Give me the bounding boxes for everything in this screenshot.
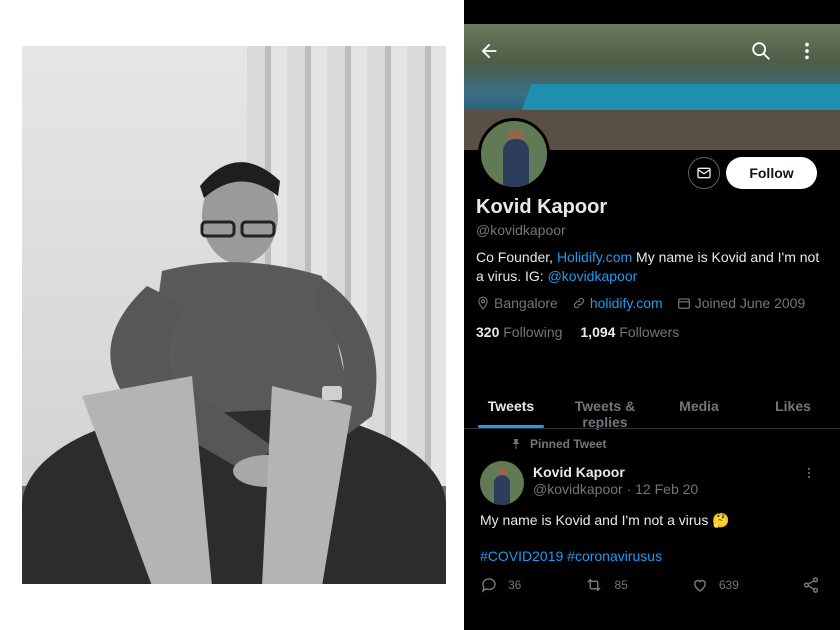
pinned-label: Pinned Tweet — [530, 437, 607, 451]
envelope-icon — [697, 167, 711, 179]
tab-likes[interactable]: Likes — [746, 392, 840, 428]
reply-icon — [481, 578, 496, 593]
heart-icon — [693, 579, 706, 592]
followers-count: 1,094 — [580, 324, 616, 340]
pin-icon — [512, 439, 520, 449]
share-icon — [803, 577, 819, 593]
back-button[interactable] — [476, 40, 502, 66]
location-pin-icon — [478, 296, 488, 310]
profile-bio: Co Founder, Holidify.com My name is Kovi… — [476, 248, 828, 286]
bio-website-link[interactable]: Holidify.com — [557, 249, 632, 265]
message-button[interactable] — [688, 157, 720, 189]
more-options-button[interactable] — [794, 40, 820, 66]
profile-meta: Bangalore holidify.com Joined June 2009 — [476, 295, 832, 311]
following-label: Following — [503, 324, 563, 340]
calendar-icon — [677, 298, 690, 309]
like-count: 639 — [718, 578, 739, 592]
retweet-icon — [587, 578, 601, 592]
followers-stat[interactable]: 1,094 Followers — [580, 324, 679, 340]
join-date: Joined June 2009 — [677, 295, 806, 311]
arrow-left-icon — [481, 43, 497, 59]
tweet-more-button[interactable] — [802, 466, 816, 483]
following-count: 320 — [476, 324, 500, 340]
pinned-indicator: Pinned Tweet — [510, 437, 606, 451]
profile-photo — [22, 46, 446, 584]
display-name: Kovid Kapoor — [476, 196, 608, 218]
tab-tweets-replies[interactable]: Tweets & replies — [558, 392, 652, 430]
tab-media[interactable]: Media — [652, 392, 746, 428]
profile-tabs: Tweets Tweets & replies Media Likes — [464, 392, 840, 430]
person-figure — [82, 162, 377, 584]
website-link[interactable]: holidify.com — [590, 295, 663, 311]
joined-text: Joined June 2009 — [694, 295, 806, 311]
more-vertical-icon — [805, 42, 809, 60]
twitter-profile-screen: Follow Kovid Kapoor @kovidkapoor Co Foun… — [464, 0, 840, 630]
link-icon — [573, 297, 584, 309]
search-button[interactable] — [748, 40, 774, 66]
tab-tweets[interactable]: Tweets — [464, 392, 558, 428]
website[interactable]: holidify.com — [572, 295, 663, 311]
followers-label: Followers — [619, 324, 680, 340]
tweet-actions: 36 85 639 — [480, 576, 820, 594]
tab-divider — [464, 428, 840, 429]
location-text: Bangalore — [494, 295, 558, 311]
location: Bangalore — [476, 295, 558, 311]
like-button[interactable]: 639 — [691, 576, 739, 594]
tweet-author[interactable]: Kovid Kapoor — [533, 464, 625, 480]
profile-avatar[interactable] — [478, 118, 550, 190]
retweet-count: 85 — [614, 578, 628, 592]
search-icon — [752, 42, 770, 60]
tweet-avatar[interactable] — [480, 461, 524, 505]
retweet-button[interactable]: 85 — [584, 576, 628, 594]
tweet-handle-date: @kovidkapoor · 12 Feb 20 — [533, 481, 699, 497]
tweet-text: My name is Kovid and I'm not a virus 🤔 — [480, 512, 730, 528]
more-vertical-icon — [807, 467, 811, 479]
follow-button[interactable]: Follow — [726, 157, 817, 189]
bio-instagram-link[interactable]: @kovidkapoor — [548, 268, 638, 284]
reply-button[interactable]: 36 — [480, 576, 521, 594]
follow-stats: 320 Following 1,094 Followers — [476, 324, 679, 340]
tweet-hashtags[interactable]: #COVID2019 #coronavirusus — [480, 548, 662, 564]
share-button[interactable] — [802, 576, 820, 594]
username-handle: @kovidkapoor — [476, 222, 566, 238]
following-stat[interactable]: 320 Following — [476, 324, 562, 340]
bio-prefix: Co Founder, — [476, 249, 557, 265]
reply-count: 36 — [508, 578, 522, 592]
